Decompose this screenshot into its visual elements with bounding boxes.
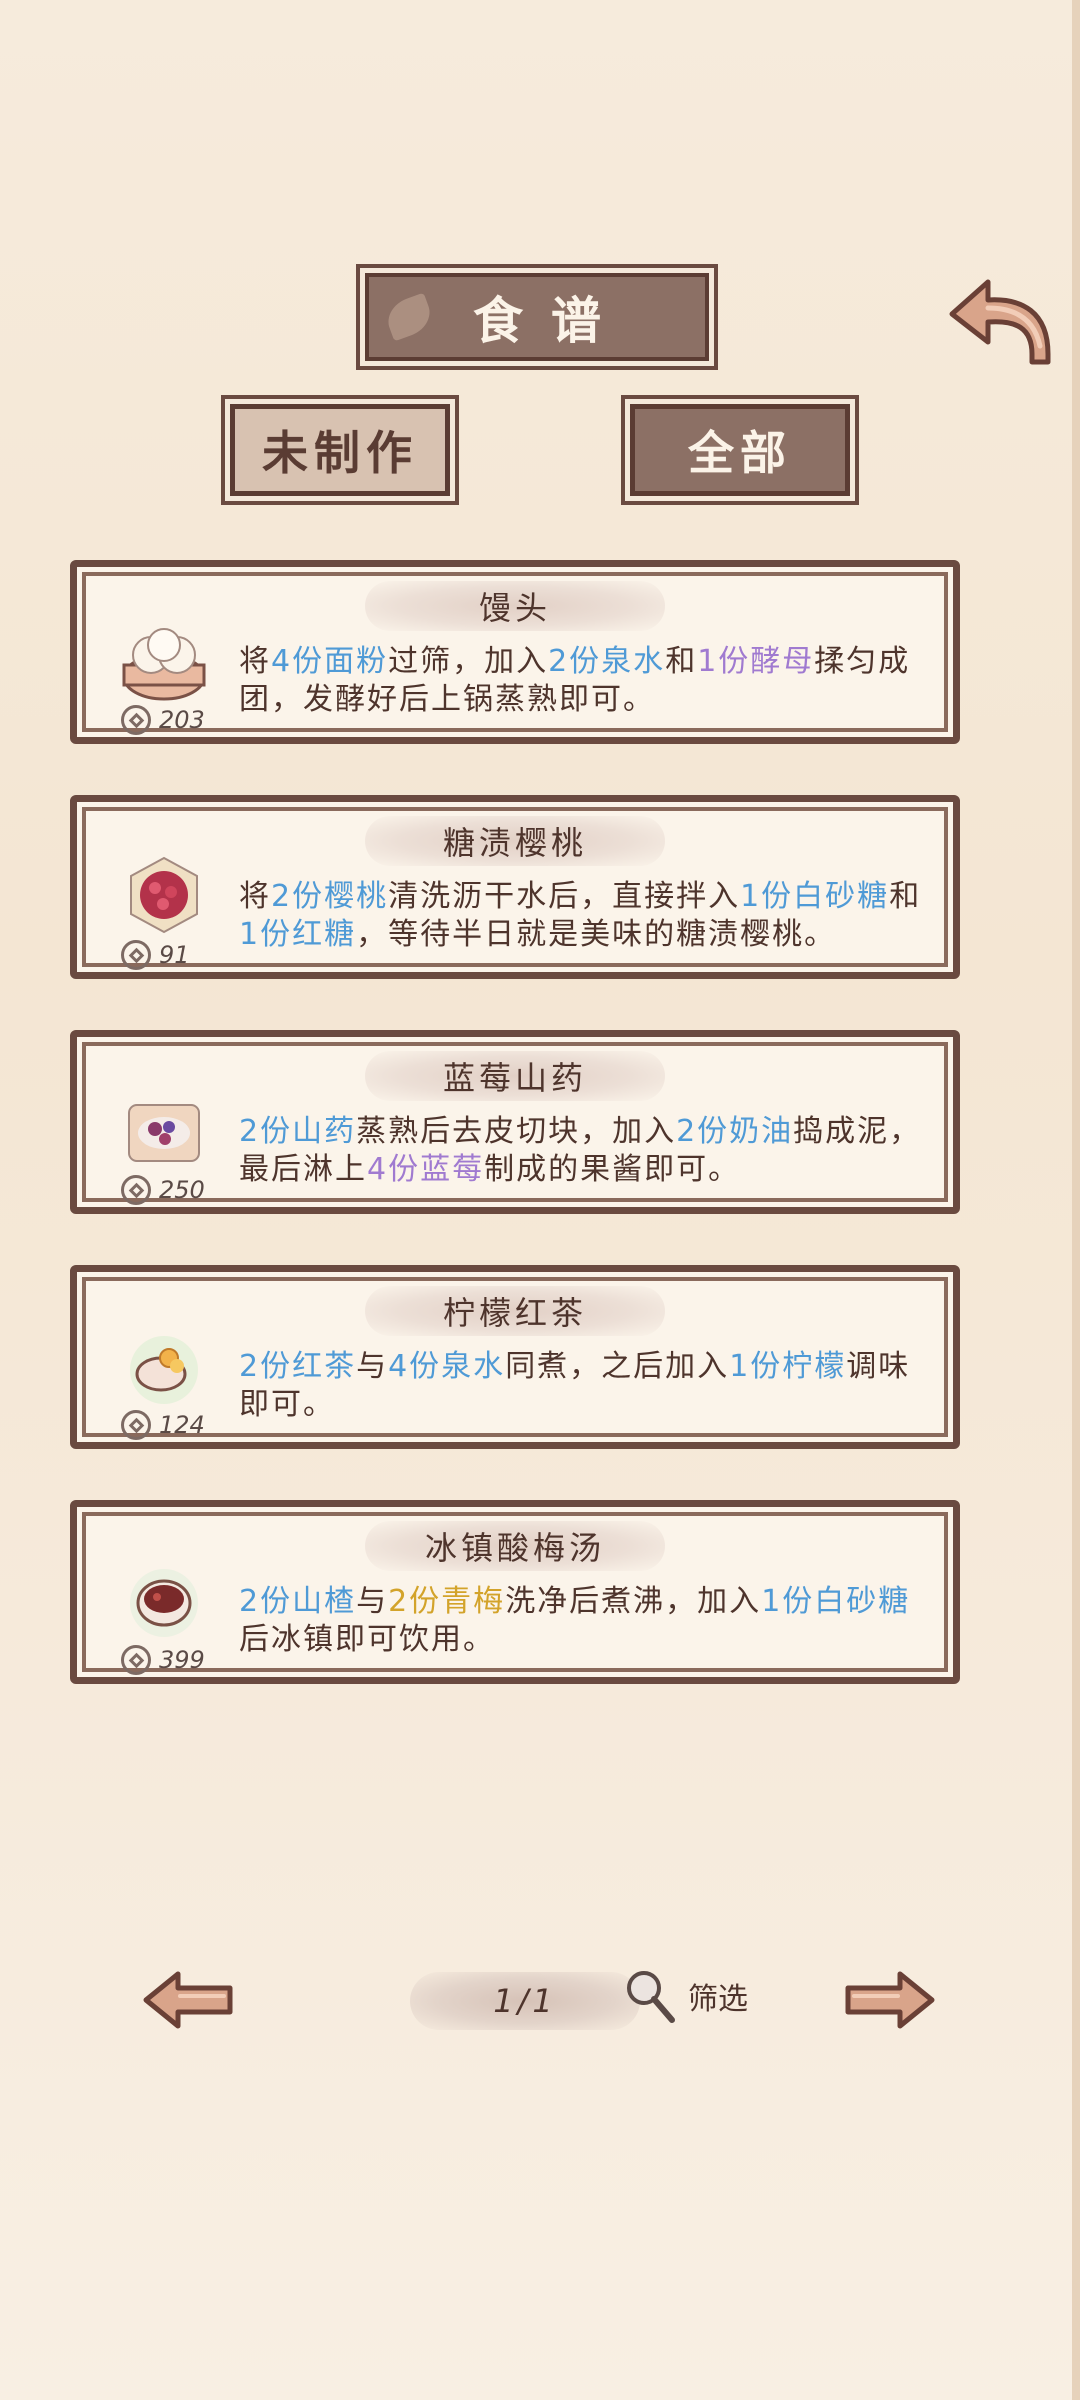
right-arrow-icon bbox=[845, 1971, 935, 2029]
recipe-book-title: 食谱 bbox=[365, 273, 709, 361]
desc-segment: 4份泉水 bbox=[388, 1349, 506, 1384]
recipe-description: 2份山药蒸熟后去皮切块，加入2份奶油捣成泥，最后淋上4份蓝莓制成的果酱即可。 bbox=[239, 1113, 939, 1189]
recipe-name-banner: 柠檬红茶 bbox=[365, 1286, 665, 1336]
desc-segment: 2份红茶 bbox=[239, 1349, 357, 1384]
desc-segment: 与 bbox=[356, 1584, 389, 1619]
magnifier-icon bbox=[627, 1971, 675, 2023]
coin-icon bbox=[121, 1410, 151, 1440]
desc-segment: 后冰镇即可饮用。 bbox=[239, 1622, 495, 1657]
recipe-price: 203 bbox=[121, 705, 205, 735]
recipe-name: 糖渍樱桃 bbox=[442, 824, 587, 862]
recipe-price: 91 bbox=[121, 940, 190, 970]
recipe-name: 蓝莓山药 bbox=[442, 1059, 587, 1097]
tab-unmade-label: 未制作 bbox=[262, 426, 418, 480]
tab-all[interactable]: 全部 bbox=[630, 404, 850, 496]
desc-segment: 2份山楂 bbox=[239, 1584, 357, 1619]
desc-segment: 和 bbox=[665, 644, 698, 679]
recipe-name-banner: 糖渍樱桃 bbox=[365, 816, 665, 866]
recipe-description: 2份红茶与4份泉水同煮，之后加入1份柠檬调味即可。 bbox=[239, 1348, 939, 1424]
recipe-name-banner: 冰镇酸梅汤 bbox=[365, 1521, 665, 1571]
desc-segment: 1份红糖 bbox=[239, 917, 357, 952]
desc-segment: ，等待半日就是美味的糖渍樱桃。 bbox=[356, 917, 837, 952]
desc-segment: 2份泉水 bbox=[548, 644, 666, 679]
desc-segment: 4份面粉 bbox=[271, 644, 389, 679]
recipe-card[interactable]: 柠檬红茶 124 2份红茶与4份泉水同煮，之后加入1份柠檬调味即可。 bbox=[70, 1265, 960, 1449]
desc-segment: 将 bbox=[239, 644, 271, 679]
coin-icon bbox=[121, 1175, 151, 1205]
back-button[interactable] bbox=[944, 268, 1056, 368]
desc-segment: 蒸熟后去皮切块，加入 bbox=[356, 1114, 677, 1149]
recipe-name: 柠檬红茶 bbox=[442, 1294, 587, 1332]
recipe-card[interactable]: 冰镇酸梅汤 399 2份山楂与2份青梅洗净后煮沸，加入1份白砂糖后冰镇即可饮用。 bbox=[70, 1500, 960, 1684]
left-arrow-icon bbox=[143, 1971, 233, 2029]
page-title: 食谱 bbox=[473, 291, 629, 350]
price-value: 399 bbox=[159, 1646, 205, 1674]
coin-icon bbox=[121, 705, 151, 735]
recipe-price: 399 bbox=[121, 1645, 205, 1675]
price-value: 124 bbox=[159, 1411, 205, 1439]
page-number: 1/1 bbox=[493, 1982, 557, 2020]
coin-icon bbox=[121, 940, 151, 970]
price-value: 250 bbox=[159, 1176, 205, 1204]
prev-page-button[interactable] bbox=[140, 1968, 236, 2032]
desc-segment: 将 bbox=[239, 879, 271, 914]
sour-plum-soup-icon bbox=[130, 1569, 198, 1637]
recipe-name-banner: 馒头 bbox=[365, 581, 665, 631]
recipe-description: 将2份樱桃清洗沥干水后，直接拌入1份白砂糖和 1份红糖，等待半日就是美味的糖渍樱桃… bbox=[239, 878, 939, 954]
price-value: 203 bbox=[159, 706, 205, 734]
desc-segment: 和 bbox=[889, 879, 922, 914]
recipe-description: 将4份面粉过筛，加入2份泉水和1份酵母揉匀成团，发酵好后上锅蒸熟即可。 bbox=[239, 643, 939, 719]
desc-segment: 1份白砂糖 bbox=[740, 879, 890, 914]
recipe-name: 馒头 bbox=[478, 589, 551, 627]
desc-segment: 洗净后煮沸，加入 bbox=[505, 1584, 762, 1619]
filter-label: 筛选 bbox=[688, 1982, 748, 2017]
desc-segment: 过筛，加入 bbox=[388, 644, 549, 679]
lemon-tea-icon bbox=[130, 1336, 198, 1404]
blueberry-yam-icon bbox=[128, 1104, 200, 1162]
desc-segment: 1份酵母 bbox=[697, 644, 815, 679]
recipe-card[interactable]: 蓝莓山药 250 2份山药蒸熟后去皮切块，加入2份奶油捣成泥，最后淋上4份蓝莓制… bbox=[70, 1030, 960, 1214]
filter-button[interactable]: 筛选 bbox=[620, 1966, 748, 2026]
desc-segment: 清洗沥干水后，直接拌入 bbox=[388, 879, 741, 914]
desc-segment: 制成的果酱即可。 bbox=[484, 1152, 741, 1187]
desc-segment: 2份山药 bbox=[239, 1114, 357, 1149]
recipe-description: 2份山楂与2份青梅洗净后煮沸，加入1份白砂糖后冰镇即可饮用。 bbox=[239, 1583, 939, 1659]
coin-icon bbox=[121, 1645, 151, 1675]
desc-segment: 1份白砂糖 bbox=[761, 1584, 911, 1619]
page-edge bbox=[1072, 0, 1080, 2400]
desc-segment: 2份奶油 bbox=[676, 1114, 794, 1149]
recipe-name: 冰镇酸梅汤 bbox=[424, 1529, 605, 1567]
desc-segment: 2份青梅 bbox=[388, 1584, 506, 1619]
back-arrow-icon bbox=[949, 279, 1051, 365]
recipe-name-banner: 蓝莓山药 bbox=[365, 1051, 665, 1101]
desc-segment: 与 bbox=[356, 1349, 389, 1384]
leaf-decoration-icon bbox=[382, 292, 436, 342]
desc-segment: 同煮，之后加入 bbox=[505, 1349, 730, 1384]
recipe-price: 250 bbox=[121, 1175, 205, 1205]
next-page-button[interactable] bbox=[842, 1968, 938, 2032]
recipe-card[interactable]: 糖渍樱桃 91 将2份樱桃清洗沥干水后，直接拌入1份白砂糖和 1份红糖，等待半日就… bbox=[70, 795, 960, 979]
recipe-price: 124 bbox=[121, 1410, 205, 1440]
steamed-bun-icon bbox=[122, 628, 206, 701]
recipe-card[interactable]: 馒头 203 将4份面粉过筛，加入2份泉水和1份酵母揉匀成团，发酵好后上锅蒸熟即… bbox=[70, 560, 960, 744]
tab-all-label: 全部 bbox=[688, 426, 792, 480]
tab-unmade[interactable]: 未制作 bbox=[230, 404, 450, 496]
price-value: 91 bbox=[159, 941, 190, 969]
desc-segment: 1份柠檬 bbox=[729, 1349, 847, 1384]
candied-cherry-icon bbox=[130, 856, 198, 934]
desc-segment: 2份樱桃 bbox=[271, 879, 389, 914]
page-indicator: 1/1 bbox=[410, 1972, 640, 2030]
desc-segment: 4份蓝莓 bbox=[367, 1152, 485, 1187]
